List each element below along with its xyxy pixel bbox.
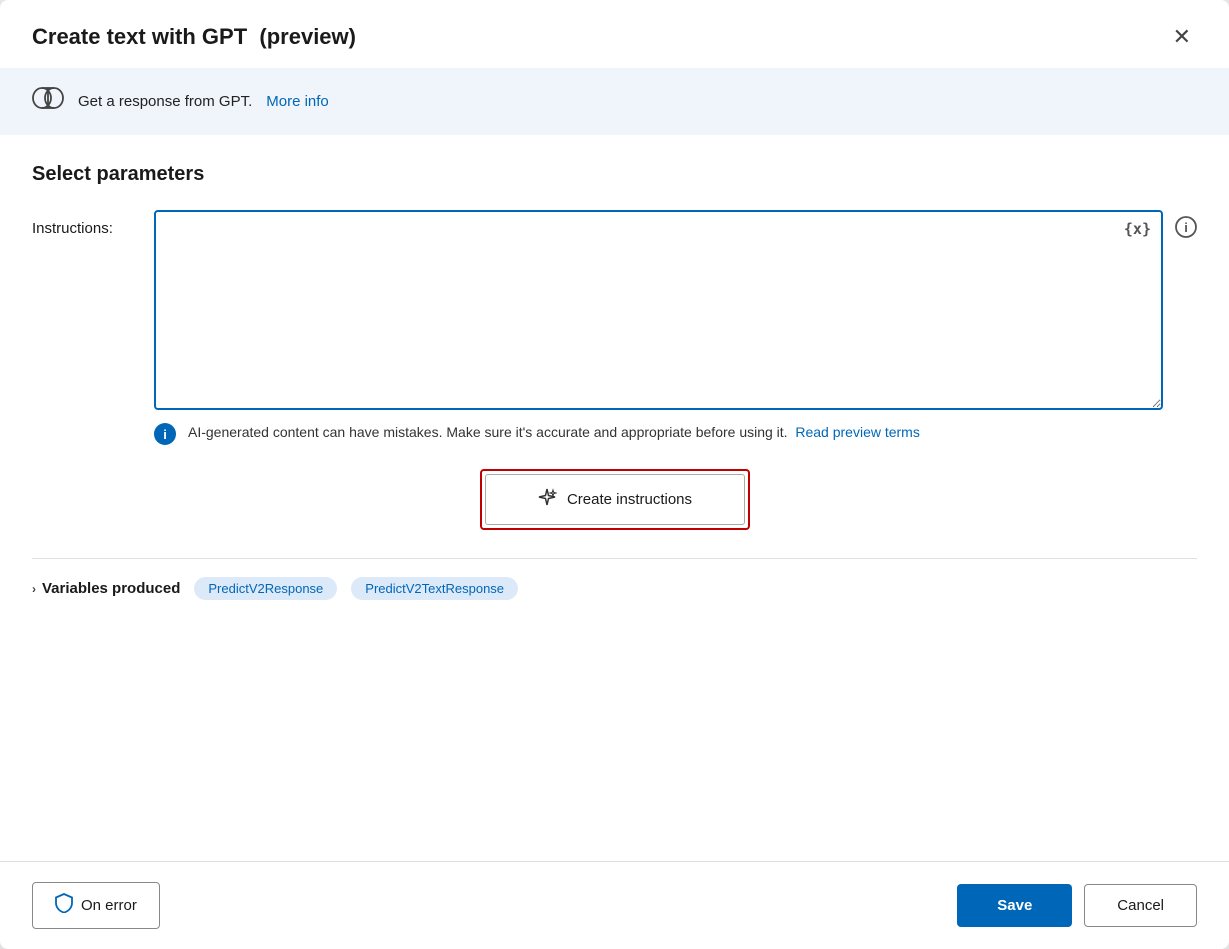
on-error-button[interactable]: On error [32,882,160,929]
ai-notice: i AI-generated content can have mistakes… [154,422,1197,445]
variables-label: Variables produced [42,580,180,597]
close-button[interactable]: ✕ [1167,24,1197,50]
cancel-button[interactable]: Cancel [1084,884,1197,927]
instructions-label: Instructions: [32,210,142,237]
dialog-footer: On error Save Cancel [0,861,1229,949]
save-button[interactable]: Save [957,884,1072,927]
dialog-header: Create text with GPT (preview) ✕ [0,0,1229,68]
variables-row: › Variables produced PredictV2Response P… [32,558,1197,618]
input-wrapper: {x} [154,210,1163,410]
dialog: Create text with GPT (preview) ✕ Get a r… [0,0,1229,949]
svg-text:i: i [1184,220,1188,235]
instructions-row: Instructions: {x} i [32,210,1197,410]
on-error-label: On error [81,897,137,914]
create-instructions-label: Create instructions [567,491,692,508]
create-btn-row: Create instructions [32,469,1197,530]
variables-toggle[interactable]: › Variables produced [32,580,180,597]
banner-text: Get a response from GPT. [78,93,252,110]
more-info-link[interactable]: More info [266,93,329,110]
sparkle-icon [537,487,557,512]
dialog-title: Create text with GPT (preview) [32,24,356,50]
dialog-body: Select parameters Instructions: {x} i i … [0,135,1229,861]
preview-terms-link[interactable]: Read preview terms [795,424,920,440]
instructions-textarea[interactable] [154,210,1163,410]
title-preview: (preview) [259,24,356,49]
variable-badge-2: PredictV2TextResponse [351,577,518,600]
footer-right: Save Cancel [957,884,1197,927]
ai-notice-text: AI-generated content can have mistakes. … [188,422,920,443]
variable-insert-button[interactable]: {x} [1124,220,1151,238]
variable-badge-1: PredictV2Response [194,577,337,600]
title-text: Create text with GPT [32,24,247,49]
shield-icon [55,893,73,918]
info-banner: Get a response from GPT. More info [0,68,1229,135]
create-instructions-button[interactable]: Create instructions [485,474,745,525]
chevron-right-icon: › [32,582,36,596]
brain-icon [32,84,64,119]
section-title: Select parameters [32,163,1197,186]
create-btn-wrapper: Create instructions [480,469,750,530]
ai-notice-icon: i [154,423,176,445]
info-button[interactable]: i [1175,210,1197,244]
